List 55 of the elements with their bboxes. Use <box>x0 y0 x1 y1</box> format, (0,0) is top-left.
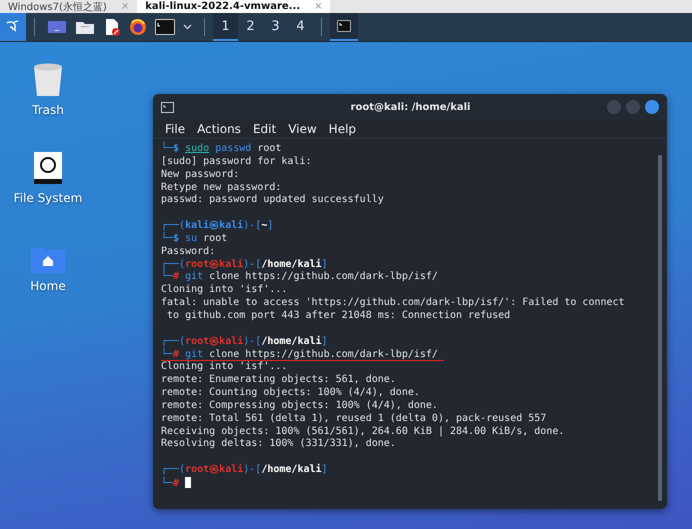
firefox-icon[interactable] <box>129 18 147 36</box>
terminal-task-button[interactable] <box>330 13 358 41</box>
prompt-line: ┌──(root㉿kali)-[/home/kali] <box>161 336 328 347</box>
output-line: Cloning into 'isf'... <box>161 284 288 296</box>
menu-item[interactable]: View <box>288 122 317 136</box>
browser-tab[interactable]: Windows7(永恒之蓝) × <box>0 0 138 13</box>
menu-item[interactable]: File <box>165 122 186 136</box>
desktop-icon[interactable] <box>47 19 67 35</box>
output-line: remote: Counting objects: 100% (4/4), done. <box>161 387 420 398</box>
output-line: fatal: unable to access 'https://github.com/dark-lbp/isf/': Failed to connect <box>161 297 625 308</box>
command-line: └─# git clone https://github.com/dark-lbp/isf/ <box>161 348 438 362</box>
workspace-button[interactable]: 3 <box>263 13 288 41</box>
desktop-icon-label[interactable]: Trash <box>32 103 64 117</box>
menu-item[interactable]: Actions <box>197 122 241 136</box>
output-line: Retype new password: <box>161 182 282 193</box>
command-line: └─$ su root <box>161 232 228 246</box>
output-line: Receiving objects: 100% (561/561), 264.60 KiB | 284.00 KiB/s, done. <box>161 426 564 437</box>
prompt-line: ┌──(kali㉿kali)-[~] <box>161 220 274 232</box>
workspace-button[interactable]: 2 <box>238 13 263 41</box>
dragon-logo-icon[interactable] <box>0 13 26 41</box>
output-line: Cloning into 'isf'... <box>161 361 288 372</box>
input-prompt-line: └─# <box>161 476 192 491</box>
browser-tab[interactable]: kali-linux-2022.4-vmware... × <box>137 0 330 13</box>
scrollbar[interactable] <box>658 155 662 501</box>
command-line: └─# git clone https://github.com/dark-lbp/isf/ <box>161 271 438 284</box>
output-line: [sudo] password for kali: <box>161 156 312 167</box>
desktop-icon-label[interactable]: Home <box>30 279 66 293</box>
command-line: └─$ sudo passwd root <box>161 143 282 156</box>
drive-icon[interactable] <box>33 151 63 185</box>
menu-item[interactable]: Edit <box>252 122 276 136</box>
output-line: remote: Total 561 (delta 1), reused 1 (delta 0), pack-reused 557 <box>161 412 546 424</box>
output-line: New password: <box>161 168 240 180</box>
close-button[interactable] <box>645 100 659 114</box>
output-line: passwd: password updated successfully <box>161 194 384 206</box>
text-editor-icon[interactable] <box>103 18 121 36</box>
prompt-line: ┌──(root㉿kali)-[/home/kali] <box>161 258 328 270</box>
prompt-line: ┌──(root㉿kali)-[/home/kali] <box>161 464 328 476</box>
output-line: Password: <box>161 246 216 257</box>
output-line: to github.com port 443 after 21048 ms: Connection refused <box>166 310 510 321</box>
terminal-icon <box>161 102 174 112</box>
workspace-button[interactable]: 1 <box>213 13 238 41</box>
window-title: root@kali: /home/kali <box>350 102 472 112</box>
workspace-button[interactable]: 4 <box>288 13 313 41</box>
menu-item[interactable]: Help <box>328 122 356 136</box>
folder-icon[interactable] <box>75 19 95 35</box>
trash-bin-icon[interactable] <box>33 63 63 97</box>
output-line: remote: Enumerating objects: 561, done. <box>161 374 396 386</box>
text-cursor <box>185 476 192 488</box>
output-line: remote: Compressing objects: 100% (4/4), done. <box>161 400 438 411</box>
home-folder-icon[interactable] <box>31 247 65 273</box>
terminal-icon[interactable] <box>155 19 175 35</box>
desktop-icon-label[interactable]: File System <box>14 191 82 205</box>
terminal-icon <box>337 20 351 32</box>
chevron-down-icon[interactable] <box>183 24 192 30</box>
output-line: Resolving deltas: 100% (331/331), done. <box>161 438 396 450</box>
